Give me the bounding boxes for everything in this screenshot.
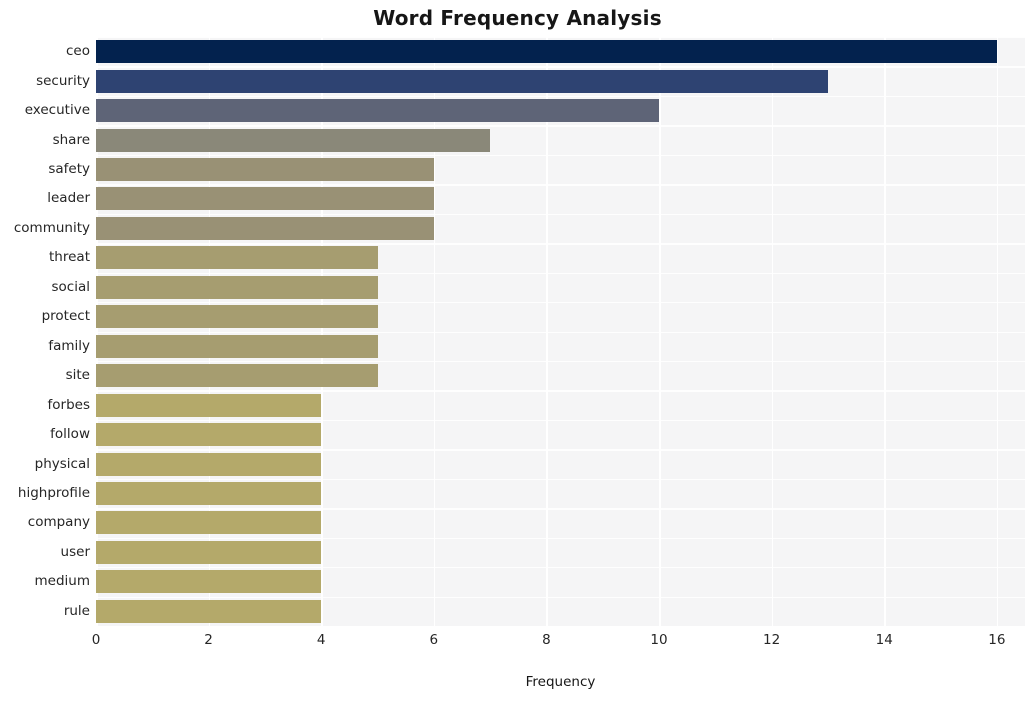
x-axis-title: Frequency	[525, 674, 596, 690]
bar-user[interactable]	[96, 540, 322, 564]
gridline-y-18	[96, 567, 1025, 569]
gridline-y-15	[96, 478, 1025, 481]
gridline-y-6	[96, 213, 1025, 216]
x-tick-label-10: 10	[650, 632, 668, 648]
y-tick-label-medium: medium	[34, 573, 90, 590]
chart-figure: Word Frequency Analysis ceo security execu…	[0, 0, 1035, 701]
gridline-y-10	[96, 331, 1025, 333]
y-tick-label-physical: physical	[34, 455, 90, 472]
y-tick-label-forbes: forbes	[47, 396, 90, 413]
y-tick-label-security: security	[36, 72, 90, 89]
gridline-y-9	[96, 302, 1025, 304]
bar-rule[interactable]	[96, 599, 322, 623]
gridline-y-4	[96, 154, 1025, 157]
bar-security[interactable]	[96, 69, 828, 93]
bar-site[interactable]	[96, 364, 378, 388]
x-tick-label-4: 4	[316, 632, 326, 648]
gridline-y-5	[96, 184, 1025, 186]
y-tick-label-site: site	[65, 367, 90, 384]
y-tick-label-user: user	[60, 543, 90, 560]
gridline-y-11	[96, 360, 1025, 363]
y-tick-label-follow: follow	[50, 426, 90, 443]
y-tick-label-executive: executive	[24, 102, 90, 119]
bar-highprofile[interactable]	[96, 481, 322, 505]
x-tick-label-0: 0	[91, 632, 101, 648]
y-tick-label-community: community	[13, 219, 90, 236]
y-tick-label-rule: rule	[63, 602, 90, 619]
gridline-y-0	[96, 37, 1025, 39]
bar-company[interactable]	[96, 511, 322, 535]
y-tick-label-share: share	[52, 131, 90, 148]
y-tick-label-threat: threat	[49, 249, 90, 266]
y-tick-label-family: family	[48, 337, 90, 354]
y-axis-tick-labels: ceo security executive share safety leader com…	[0, 37, 90, 626]
y-tick-label-protect: protect	[41, 308, 90, 325]
gridline-y-1	[96, 66, 1025, 68]
x-tick-label-12: 12	[763, 632, 781, 648]
gridline-y-2	[96, 95, 1025, 98]
bar-follow[interactable]	[96, 423, 322, 447]
x-tick-label-2: 2	[204, 632, 213, 648]
gridline-y-7	[96, 243, 1025, 245]
bar-share[interactable]	[96, 128, 491, 152]
bar-community[interactable]	[96, 216, 434, 240]
x-axis-tick-labels: 0 2 4 6 8 10 12 14 16	[0, 632, 1035, 654]
gridline-y-19	[96, 596, 1025, 598]
y-tick-label-company: company	[27, 514, 90, 531]
y-tick-label-ceo: ceo	[66, 43, 90, 60]
page-title: Word Frequency Analysis	[373, 6, 662, 30]
gridline-y-16	[96, 508, 1025, 510]
gridline-y-17	[96, 537, 1025, 540]
y-tick-label-safety: safety	[48, 161, 90, 178]
x-tick-label-16: 16	[988, 632, 1006, 648]
bar-threat[interactable]	[96, 246, 378, 270]
bar-medium[interactable]	[96, 570, 322, 594]
bar-physical[interactable]	[96, 452, 322, 476]
plot-area	[96, 37, 1025, 626]
gridline-y-13	[96, 419, 1025, 422]
gridline-y-3	[96, 125, 1025, 127]
y-tick-label-social: social	[51, 278, 91, 295]
x-tick-label-14: 14	[875, 632, 893, 648]
bar-family[interactable]	[96, 334, 378, 358]
y-tick-label-highprofile: highprofile	[17, 484, 90, 501]
y-tick-label-leader: leader	[47, 190, 90, 207]
bar-forbes[interactable]	[96, 393, 322, 417]
bar-protect[interactable]	[96, 305, 378, 329]
bar-executive[interactable]	[96, 99, 660, 123]
gridline-y-12	[96, 390, 1025, 392]
bar-safety[interactable]	[96, 158, 434, 182]
gridline-y-8	[96, 272, 1025, 274]
bar-ceo[interactable]	[96, 40, 997, 64]
x-tick-label-6: 6	[429, 632, 439, 648]
gridline-y-14	[96, 449, 1025, 451]
x-tick-label-8: 8	[542, 632, 551, 648]
bar-social[interactable]	[96, 275, 378, 299]
bar-leader[interactable]	[96, 187, 434, 211]
